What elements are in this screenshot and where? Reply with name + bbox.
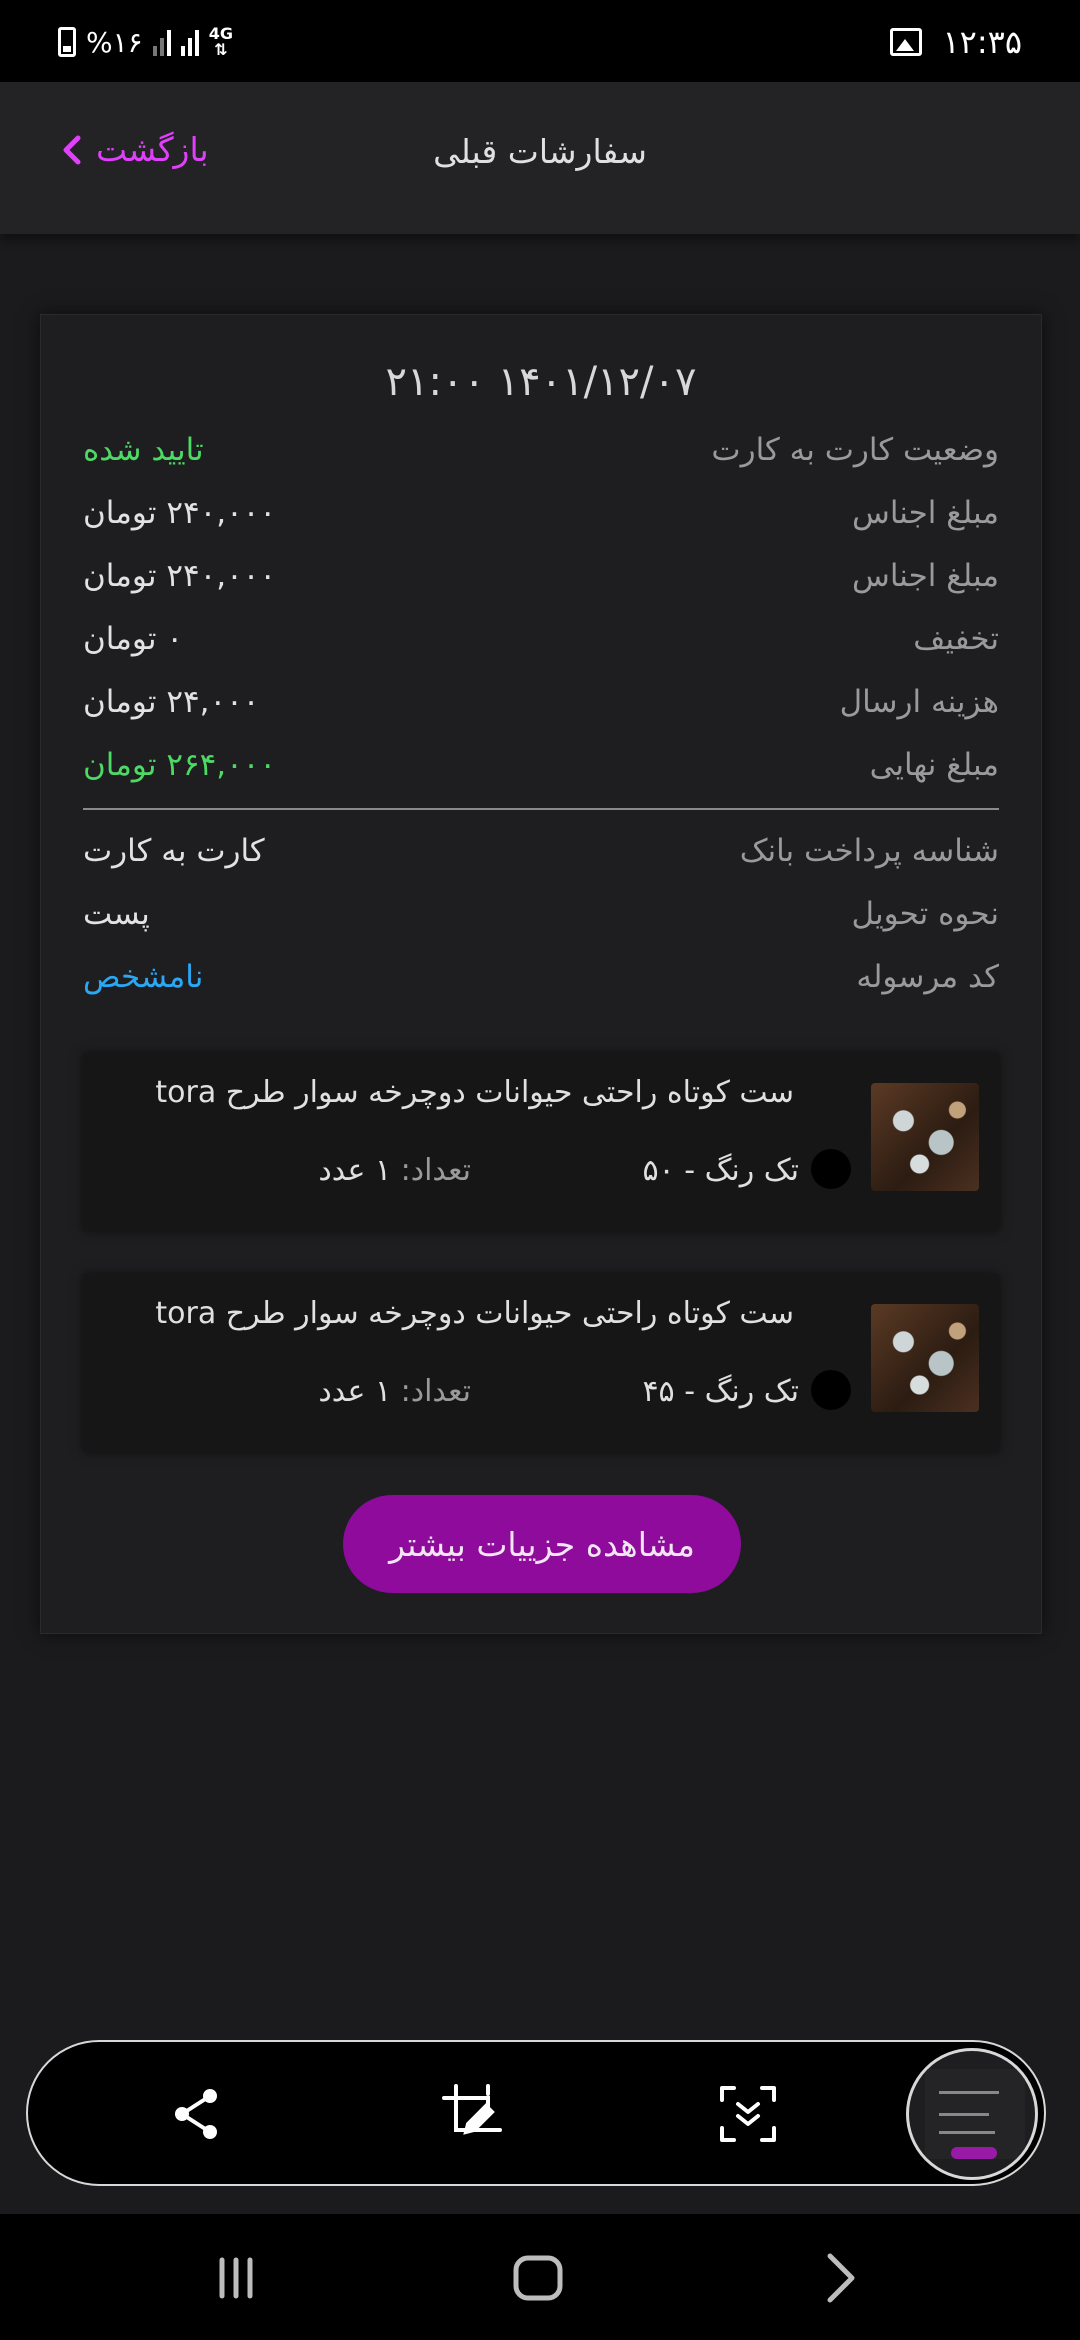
row-label: هزینه ارسال — [839, 684, 999, 720]
row-value: پست — [83, 896, 150, 932]
status-left: %۱۶ 4G ⇅ — [58, 22, 233, 62]
recents-icon[interactable] — [206, 2248, 266, 2308]
status-right: ۱۲:۳۵ — [890, 22, 1022, 62]
signal-icon-2 — [180, 28, 199, 56]
goods-amount-row: مبلغ اجناس ۲۴۰,۰۰۰ تومان — [83, 489, 999, 537]
product-title: ست کوتاه راحتی حیوانات دوچرخه سوار طرح t… — [155, 1075, 794, 1110]
row-value: ۲۴۰,۰۰۰ تومان — [83, 558, 277, 594]
payment-status-row: وضعیت کارت به کارت تایید شده — [83, 426, 999, 474]
final-amount-value: ۲۶۴,۰۰۰ تومان — [83, 747, 277, 783]
order-date: ۱۴۰۱/۱۲/۰۷ ۲۱:۰۰ — [385, 359, 697, 405]
share-icon[interactable] — [164, 2082, 228, 2146]
tracking-code-value[interactable]: نامشخص — [83, 959, 203, 995]
battery-icon — [58, 27, 76, 57]
battery-percent: %۱۶ — [86, 25, 143, 59]
row-label: شناسه پرداخت بانک — [739, 833, 999, 869]
home-icon[interactable] — [508, 2248, 568, 2308]
product-title: ست کوتاه راحتی حیوانات دوچرخه سوار طرح t… — [155, 1296, 794, 1331]
row-label: وضعیت کارت به کارت — [711, 432, 999, 468]
divider — [83, 808, 999, 810]
final-amount-row: مبلغ نهایی ۲۶۴,۰۰۰ تومان — [83, 741, 999, 789]
product-thumbnail — [871, 1304, 979, 1412]
quantity-label: تعداد: — [400, 1374, 471, 1409]
app-header: سفارشات قبلی بازگشت — [0, 82, 1080, 234]
row-value: ۰ تومان — [83, 621, 183, 657]
back-chevron-icon[interactable] — [810, 2248, 870, 2308]
row-label: مبلغ نهایی — [869, 747, 999, 783]
back-button[interactable]: بازگشت — [58, 130, 209, 169]
chevron-left-icon — [63, 135, 81, 164]
preview-line — [939, 2113, 989, 2116]
gallery-icon — [890, 28, 923, 56]
row-label: نحوه تحویل — [851, 896, 999, 932]
row-label: کد مرسوله — [856, 959, 999, 995]
clock: ۱۲:۳۵ — [942, 23, 1022, 61]
network-type: 4G ⇅ — [208, 24, 233, 59]
crop-edit-icon[interactable] — [440, 2082, 504, 2146]
status-bar: %۱۶ 4G ⇅ ۱۲:۳۵ — [0, 0, 1080, 82]
row-value: ۲۴,۰۰۰ تومان — [83, 684, 260, 720]
preview-line — [939, 2091, 999, 2094]
order-item[interactable]: ست کوتاه راحتی حیوانات دوچرخه سوار طرح t… — [83, 1274, 999, 1452]
bank-payment-id-row: شناسه پرداخت بانک کارت به کارت — [83, 827, 999, 875]
view-more-details-button[interactable]: مشاهده جزییات بیشتر — [343, 1495, 741, 1593]
row-value: ۲۴۰,۰۰۰ تومان — [83, 495, 277, 531]
quantity-value: ۱ عدد — [318, 1374, 392, 1409]
screenshot-preview-thumbnail[interactable] — [906, 2048, 1038, 2180]
payment-status-value: تایید شده — [83, 432, 204, 468]
signal-icon — [152, 28, 171, 56]
row-value: کارت به کارت — [83, 833, 265, 869]
row-label: مبلغ اجناس — [852, 495, 999, 531]
color-swatch — [811, 1370, 851, 1410]
shipping-cost-row: هزینه ارسال ۲۴,۰۰۰ تومان — [83, 678, 999, 726]
preview-button — [951, 2147, 997, 2159]
product-thumbnail — [871, 1083, 979, 1191]
color-swatch — [811, 1149, 851, 1189]
product-variant: تک رنگ - ۵۰ — [642, 1153, 799, 1188]
product-quantity: تعداد: ۱ عدد — [318, 1153, 471, 1188]
order-card: ۱۴۰۱/۱۲/۰۷ ۲۱:۰۰ وضعیت کارت به کارت تایی… — [40, 314, 1042, 1634]
product-variant: تک رنگ - ۴۵ — [642, 1374, 799, 1409]
screenshot-toolbar — [26, 2040, 1046, 2186]
preview-line — [939, 2131, 995, 2134]
scroll-capture-icon[interactable] — [716, 2082, 780, 2146]
row-label: تخفیف — [913, 621, 999, 657]
system-nav-bar — [0, 2214, 1080, 2340]
discount-row: تخفیف ۰ تومان — [83, 615, 999, 663]
back-label: بازگشت — [96, 130, 209, 169]
goods-amount-row-2: مبلغ اجناس ۲۴۰,۰۰۰ تومان — [83, 552, 999, 600]
quantity-value: ۱ عدد — [318, 1153, 392, 1188]
delivery-method-row: نحوه تحویل پست — [83, 890, 999, 938]
product-quantity: تعداد: ۱ عدد — [318, 1374, 471, 1409]
order-item[interactable]: ست کوتاه راحتی حیوانات دوچرخه سوار طرح t… — [83, 1053, 999, 1231]
quantity-label: تعداد: — [400, 1153, 471, 1188]
tracking-code-row: کد مرسوله نامشخص — [83, 953, 999, 1001]
row-label: مبلغ اجناس — [852, 558, 999, 594]
